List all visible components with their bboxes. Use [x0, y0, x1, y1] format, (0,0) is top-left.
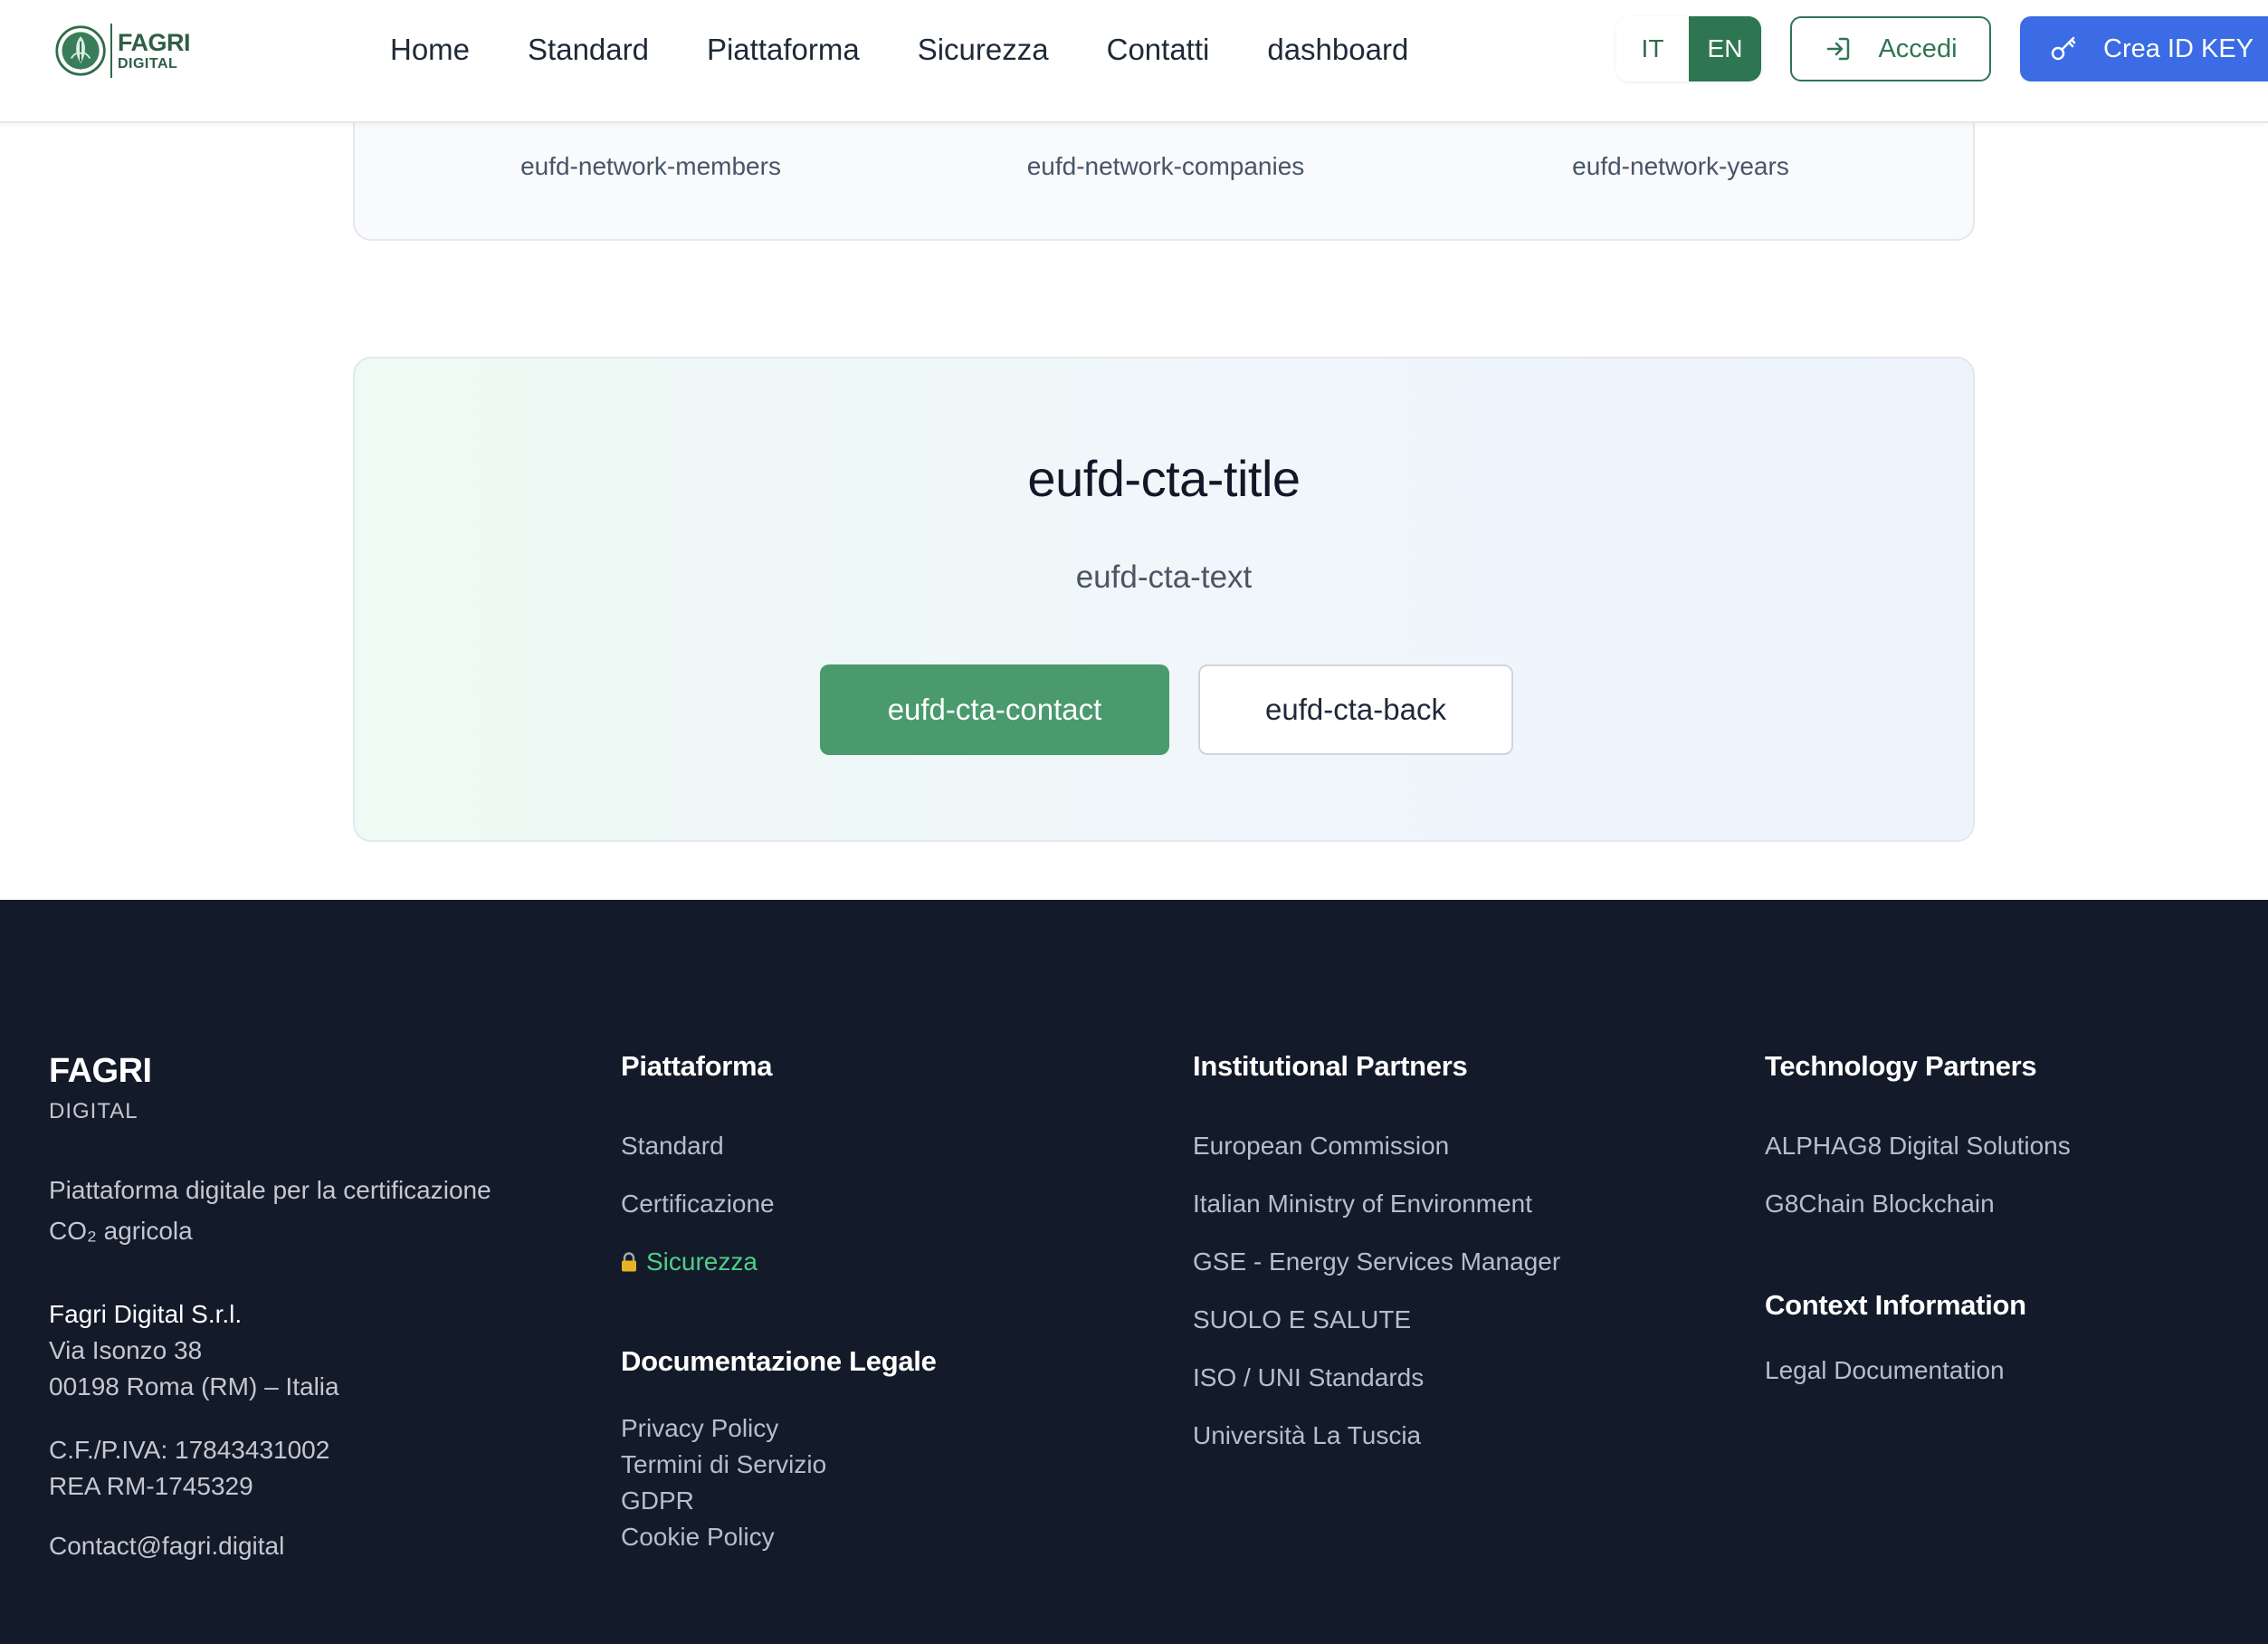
partner-iso-uni[interactable]: ISO / UNI Standards [1193, 1363, 1424, 1392]
lang-en-button[interactable]: EN [1689, 16, 1761, 81]
create-id-key-button[interactable]: Crea ID KEY [2020, 16, 2268, 81]
site-header: FAGRI DIGITAL Home Standard Piattaforma … [0, 0, 2268, 123]
partner-alphag8[interactable]: ALPHAG8 Digital Solutions [1765, 1132, 2071, 1161]
nav-dashboard[interactable]: dashboard [1267, 33, 1408, 67]
cta-section: eufd-cta-title eufd-cta-text eufd-cta-co… [353, 357, 1975, 842]
footer-legal-title: Documentazione Legale [621, 1345, 937, 1377]
footer-platform-title: Piattaforma [621, 1050, 773, 1082]
lang-it-button[interactable]: IT [1616, 16, 1689, 81]
company-vat: C.F./P.IVA: 17843431002 [49, 1436, 330, 1464]
company-name: Fagri Digital S.r.l. [49, 1300, 243, 1328]
footer-link-sicurezza[interactable]: Sicurezza [621, 1247, 758, 1276]
company-rea: REA RM-1745329 [49, 1472, 253, 1500]
site-footer: FAGRI DIGITAL Piattaforma digitale per l… [0, 900, 2268, 1644]
footer-brand-sub: DIGITAL [49, 1099, 138, 1123]
lock-icon [622, 1252, 636, 1272]
footer-link-terms[interactable]: Termini di Servizio [621, 1450, 826, 1479]
footer-link-sicurezza-label: Sicurezza [646, 1247, 758, 1276]
footer-link-certificazione[interactable]: Certificazione [621, 1190, 775, 1219]
partner-g8chain[interactable]: G8Chain Blockchain [1765, 1190, 1995, 1219]
nav-contatti[interactable]: Contatti [1107, 33, 1210, 67]
footer-link-cookie[interactable]: Cookie Policy [621, 1523, 775, 1552]
login-label: Accedi [1878, 33, 1958, 63]
company-city: 00198 Roma (RM) – Italia [49, 1372, 339, 1400]
footer-link-privacy[interactable]: Privacy Policy [621, 1414, 778, 1443]
login-button[interactable]: Accedi [1790, 16, 1991, 81]
footer-desc-line2: CO₂ agricola [49, 1217, 193, 1245]
logo-wordmark: FAGRI DIGITAL [117, 28, 191, 72]
partner-european-commission[interactable]: European Commission [1193, 1132, 1449, 1161]
nav-sicurezza[interactable]: Sicurezza [918, 33, 1049, 67]
nav-home[interactable]: Home [390, 33, 470, 67]
cta-text: eufd-cta-text [1075, 559, 1253, 595]
logo-line1: FAGRI [117, 28, 191, 56]
stat-companies-label: eufd-network-companies [1026, 152, 1305, 180]
footer-link-legal-documentation[interactable]: Legal Documentation [1765, 1356, 2005, 1385]
language-switcher: IT EN [1616, 16, 1761, 81]
footer-company-address: Fagri Digital S.r.l. Via Isonzo 38 00198… [49, 1296, 339, 1405]
footer-brand-description: Piattaforma digitale per la certificazio… [49, 1170, 556, 1251]
nav-piattaforma[interactable]: Piattaforma [707, 33, 860, 67]
footer-context-title: Context Information [1765, 1289, 2026, 1321]
nav-standard[interactable]: Standard [528, 33, 649, 67]
cta-title: eufd-cta-title [1027, 450, 1301, 507]
partner-universita-tuscia[interactable]: Università La Tuscia [1193, 1421, 1421, 1450]
partner-suolo-e-salute[interactable]: SUOLO E SALUTE [1193, 1305, 1411, 1334]
partner-gse[interactable]: GSE - Energy Services Manager [1193, 1247, 1560, 1276]
company-street: Via Isonzo 38 [49, 1336, 203, 1364]
footer-technology-title: Technology Partners [1765, 1050, 2037, 1082]
main-nav: Home Standard Piattaforma Sicurezza Cont… [390, 27, 1466, 72]
footer-desc-line1: Piattaforma digitale per la certificazio… [49, 1176, 491, 1204]
footer-link-gdpr[interactable]: GDPR [621, 1486, 694, 1515]
stat-years-label: eufd-network-years [1572, 152, 1789, 180]
key-icon [2051, 36, 2076, 61]
create-id-key-label: Crea ID KEY [2103, 33, 2254, 63]
stat-members-label: eufd-network-members [520, 152, 781, 180]
logo-line2: DIGITAL [117, 55, 178, 72]
cta-back-button[interactable]: eufd-cta-back [1198, 664, 1513, 755]
cta-contact-button[interactable]: eufd-cta-contact [820, 664, 1169, 755]
footer-brand-name: FAGRI [49, 1052, 152, 1090]
footer-email-link[interactable]: Contact@fagri.digital [49, 1532, 284, 1561]
brand-logo[interactable]: FAGRI DIGITAL [54, 18, 191, 83]
logo-divider [110, 24, 112, 78]
footer-fiscal-info: C.F./P.IVA: 17843431002 REA RM-1745329 [49, 1432, 329, 1505]
footer-institutional-title: Institutional Partners [1193, 1050, 1468, 1082]
footer-link-standard[interactable]: Standard [621, 1132, 724, 1161]
partner-italian-ministry[interactable]: Italian Ministry of Environment [1193, 1190, 1532, 1219]
logo-emblem-icon [55, 25, 106, 76]
login-arrow-icon [1827, 37, 1850, 61]
